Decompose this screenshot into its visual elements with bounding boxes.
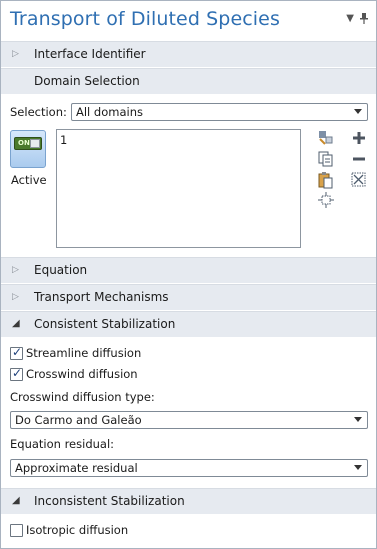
isotropic-diffusion-checkbox[interactable]: Isotropic diffusion: [10, 523, 210, 539]
checkbox-label: Crosswind diffusion: [26, 367, 138, 381]
expand-icon: ▷: [12, 49, 19, 59]
section-domain-selection[interactable]: Domain Selection: [1, 68, 376, 94]
checkbox-box[interactable]: [10, 524, 23, 537]
section-transport-mechanisms[interactable]: ▷ Transport Mechanisms: [1, 284, 376, 310]
domain-list[interactable]: 1: [56, 129, 301, 248]
pin-icon[interactable]: [360, 13, 368, 27]
equation-residual-value: Approximate residual: [15, 461, 138, 475]
active-toggle-button[interactable]: ON: [10, 130, 46, 168]
crosswind-type-label: Crosswind diffusion type:: [10, 390, 155, 404]
section-inconsistent-stabilization[interactable]: ◢ Inconsistent Stabilization: [1, 488, 376, 514]
title-controls: ▼: [346, 13, 368, 27]
settings-panel: Transport of Diluted Species ▼ ▷ Interfa…: [0, 0, 377, 549]
section-label: Equation: [34, 263, 88, 277]
section-interface-identifier[interactable]: ▷ Interface Identifier: [1, 41, 376, 67]
copy-icon[interactable]: [317, 150, 335, 168]
checkbox-label: Isotropic diffusion: [26, 523, 129, 537]
chevron-down-icon: [354, 465, 362, 470]
section-label: Interface Identifier: [34, 47, 146, 61]
add-icon[interactable]: [350, 129, 368, 147]
crosswind-diffusion-checkbox[interactable]: ✓ Crosswind diffusion: [10, 366, 210, 383]
selection-value: All domains: [76, 105, 143, 119]
expand-icon: ▷: [12, 292, 19, 302]
select-mode-icon[interactable]: [317, 129, 335, 147]
checkbox-label: Streamline diffusion: [26, 346, 142, 360]
clear-selection-icon[interactable]: [350, 171, 368, 189]
section-equation[interactable]: ▷ Equation: [1, 257, 376, 283]
section-label: Transport Mechanisms: [34, 290, 169, 304]
chevron-down-icon: [354, 109, 362, 114]
checkmark-icon: ✓: [12, 345, 23, 359]
toggle-switch-icon: ON: [14, 137, 42, 150]
panel-title: Transport of Diluted Species: [10, 8, 280, 30]
checkbox-box[interactable]: ✓: [10, 366, 23, 381]
section-consistent-stabilization[interactable]: ◢ Consistent Stabilization: [1, 311, 376, 337]
crosswind-type-value: Do Carmo and Galeão: [15, 413, 142, 427]
collapse-icon: ◢: [12, 495, 20, 506]
section-label: Domain Selection: [34, 74, 140, 88]
active-label: Active: [11, 173, 47, 187]
equation-residual-dropdown[interactable]: Approximate residual: [10, 459, 368, 477]
dropdown-arrow-icon[interactable]: ▼: [346, 13, 354, 27]
chevron-down-icon: [354, 417, 362, 422]
streamline-diffusion-checkbox[interactable]: ✓ Streamline diffusion: [10, 345, 210, 362]
section-label: Consistent Stabilization: [34, 317, 176, 331]
toggle-on-text: ON: [18, 139, 30, 147]
selection-label: Selection:: [10, 105, 67, 119]
zoom-to-selection-icon[interactable]: [317, 191, 335, 209]
collapse-icon: ◢: [12, 318, 20, 329]
title-bar: Transport of Diluted Species ▼: [1, 1, 376, 41]
crosswind-type-dropdown[interactable]: Do Carmo and Galeão: [10, 411, 368, 429]
section-label: Inconsistent Stabilization: [34, 494, 185, 508]
selection-dropdown[interactable]: All domains: [71, 103, 368, 121]
checkmark-icon: ✓: [12, 366, 23, 380]
list-item[interactable]: 1: [60, 133, 67, 147]
paste-icon[interactable]: [317, 171, 335, 189]
checkbox-box[interactable]: ✓: [10, 345, 23, 360]
equation-residual-label: Equation residual:: [10, 437, 115, 451]
toggle-knob: [30, 139, 40, 148]
expand-icon: ▷: [12, 265, 19, 275]
remove-icon[interactable]: [350, 150, 368, 168]
